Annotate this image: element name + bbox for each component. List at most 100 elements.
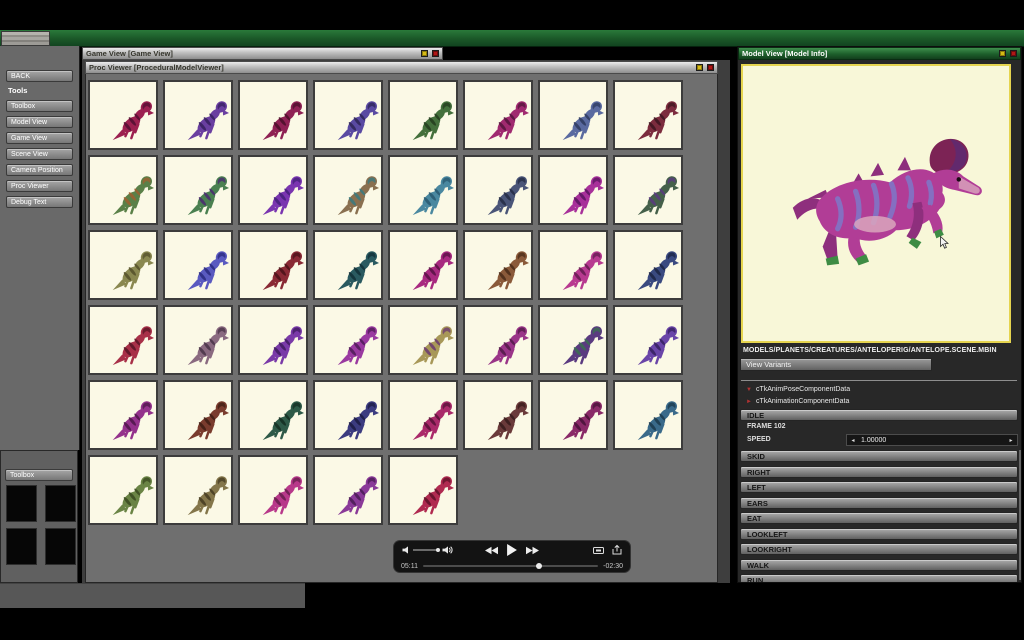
volume-knob[interactable] <box>435 547 440 553</box>
sidebar-item-scene-view[interactable]: Scene View <box>6 148 73 160</box>
scrollbar[interactable] <box>1019 450 1021 580</box>
creature-thumbnail[interactable] <box>313 155 383 225</box>
back-button[interactable]: BACK <box>6 70 73 82</box>
expanded-arrow-icon[interactable]: ▼ <box>746 387 752 393</box>
creature-thumbnail[interactable] <box>238 155 308 225</box>
minimize-button[interactable] <box>999 50 1006 57</box>
creature-thumbnail[interactable] <box>238 80 308 150</box>
spinner-increment-icon[interactable]: ▸ <box>1005 437 1017 444</box>
anim-button-right[interactable]: RIGHT <box>740 465 1018 478</box>
collapsed-arrow-icon[interactable]: ► <box>746 399 752 405</box>
file-slot[interactable] <box>6 485 37 522</box>
close-button[interactable] <box>707 64 714 71</box>
anim-button-lookleft[interactable]: LOOKLEFT <box>740 527 1018 540</box>
creature-thumbnail[interactable] <box>388 230 458 300</box>
creature-thumbnail[interactable] <box>88 80 158 150</box>
creature-thumbnail[interactable] <box>88 230 158 300</box>
creature-thumbnail[interactable] <box>613 155 683 225</box>
creature-thumbnail[interactable] <box>613 230 683 300</box>
sidebar-item-debug-text[interactable]: Debug Text <box>6 196 73 208</box>
model-view-titlebar[interactable]: Model View [Model Info] <box>738 47 1021 60</box>
minimize-button[interactable] <box>421 50 428 57</box>
creature-thumbnail[interactable] <box>388 380 458 450</box>
anim-button-eat[interactable]: EAT <box>740 512 1018 524</box>
creature-thumbnail[interactable] <box>538 305 608 375</box>
file-slot[interactable] <box>6 528 37 565</box>
anim-button-run[interactable]: RUN <box>740 574 1018 582</box>
proc-viewer-titlebar[interactable]: Proc Viewer [ProceduralModelViewer] <box>85 61 718 74</box>
anim-button-lookright[interactable]: LOOKRIGHT <box>740 543 1018 555</box>
creature-thumbnail[interactable] <box>388 455 458 525</box>
creature-thumbnail[interactable] <box>388 305 458 375</box>
play-button[interactable] <box>507 544 517 556</box>
share-icon[interactable] <box>612 544 622 555</box>
creature-thumbnail[interactable] <box>238 455 308 525</box>
creature-thumbnail[interactable] <box>538 80 608 150</box>
creature-thumbnail[interactable] <box>163 155 233 225</box>
model-preview-viewport[interactable] <box>741 64 1011 343</box>
creature-thumbnail[interactable] <box>463 80 533 150</box>
anim-idle-header[interactable]: IDLE <box>740 409 1018 421</box>
volume-mute-icon[interactable] <box>402 546 410 554</box>
sidebar-item-camera-position[interactable]: Camera Position <box>6 164 73 176</box>
creature-thumbnail[interactable] <box>463 305 533 375</box>
creature-thumbnail[interactable] <box>313 455 383 525</box>
creature-thumbnail[interactable] <box>313 305 383 375</box>
anim-button-walk[interactable]: WALK <box>740 558 1018 571</box>
close-button[interactable] <box>432 50 439 57</box>
creature-thumbnail[interactable] <box>238 380 308 450</box>
creature-thumbnail[interactable] <box>613 380 683 450</box>
sidebar-item-toolbox[interactable]: Toolbox <box>6 100 73 112</box>
seek-bar[interactable] <box>423 562 599 569</box>
spinner-decrement-icon[interactable]: ◂ <box>847 437 859 444</box>
creature-thumbnail[interactable] <box>163 305 233 375</box>
close-button[interactable] <box>1010 50 1017 57</box>
game-view-titlebar[interactable]: Game View [Game View] <box>82 47 443 60</box>
creature-thumbnail[interactable] <box>313 80 383 150</box>
volume-loud-icon[interactable] <box>442 546 453 554</box>
creature-thumbnail[interactable] <box>238 230 308 300</box>
creature-thumbnail[interactable] <box>538 230 608 300</box>
creature-thumbnail[interactable] <box>163 380 233 450</box>
view-variants-button[interactable]: View Variants <box>740 358 932 371</box>
speed-spinner[interactable]: ◂ 1.00000 ▸ <box>846 434 1018 446</box>
creature-thumbnail[interactable] <box>88 380 158 450</box>
anim-button-ears[interactable]: EARS <box>740 496 1018 509</box>
creature-thumbnail[interactable] <box>463 155 533 225</box>
taskbar-tab[interactable] <box>1 31 50 46</box>
file-slot[interactable] <box>45 485 76 522</box>
creature-thumbnail[interactable] <box>313 230 383 300</box>
creature-thumbnail[interactable] <box>613 80 683 150</box>
sidebar-item-game-view[interactable]: Game View <box>6 132 73 144</box>
creature-thumbnail[interactable] <box>613 305 683 375</box>
creature-thumbnail[interactable] <box>88 155 158 225</box>
creature-thumbnail[interactable] <box>313 380 383 450</box>
file-slot[interactable] <box>45 528 76 565</box>
seek-knob[interactable] <box>535 562 542 569</box>
creature-thumbnail[interactable] <box>463 230 533 300</box>
component-row-ctkanimposecomponentdata[interactable]: ▼ cTkAnimPoseComponentData <box>746 386 850 393</box>
toolbox-button[interactable]: Toolbox <box>5 469 73 481</box>
creature-thumbnail[interactable] <box>463 380 533 450</box>
creature-thumbnail[interactable] <box>163 455 233 525</box>
volume-slider[interactable] <box>413 547 440 553</box>
sidebar-item-proc-viewer[interactable]: Proc Viewer <box>6 180 73 192</box>
creature-thumbnail[interactable] <box>88 455 158 525</box>
creature-thumbnail[interactable] <box>538 155 608 225</box>
fullscreen-icon[interactable] <box>593 546 604 555</box>
creature-thumbnail[interactable] <box>538 380 608 450</box>
minimize-button[interactable] <box>696 64 703 71</box>
sidebar-item-model-view[interactable]: Model View <box>6 116 73 128</box>
fast-forward-button[interactable] <box>526 546 539 555</box>
creature-thumbnail[interactable] <box>388 80 458 150</box>
creature-thumbnail[interactable] <box>88 305 158 375</box>
creature-thumbnail[interactable] <box>238 305 308 375</box>
anim-button-left[interactable]: LEFT <box>740 481 1018 493</box>
anim-button-skid[interactable]: SKID <box>740 450 1018 462</box>
rewind-button[interactable] <box>485 546 498 555</box>
media-player[interactable]: 05:11 -02:30 <box>393 540 631 573</box>
component-row-ctkanimationcomponentdata[interactable]: ► cTkAnimationComponentData <box>746 398 849 405</box>
creature-thumbnail[interactable] <box>163 230 233 300</box>
creature-thumbnail[interactable] <box>388 155 458 225</box>
creature-thumbnail[interactable] <box>163 80 233 150</box>
